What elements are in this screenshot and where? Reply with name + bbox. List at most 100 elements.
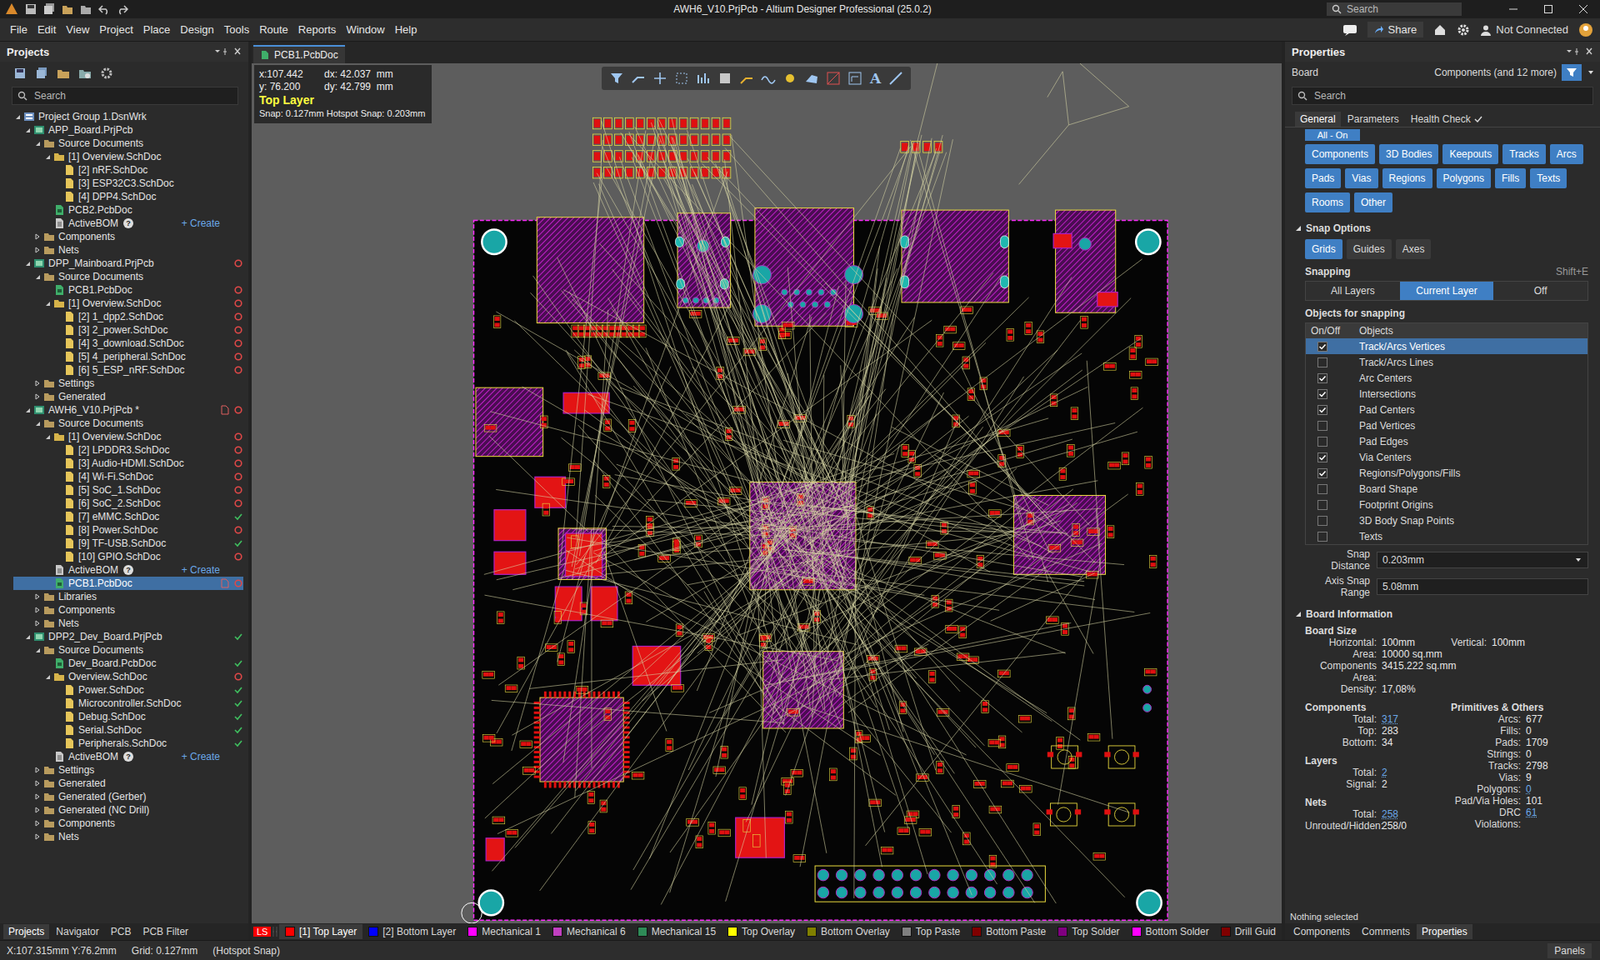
expand-toggle-icon[interactable] (33, 245, 42, 255)
small-component[interactable] (1046, 616, 1060, 625)
pad[interactable] (623, 706, 630, 710)
through-hole-pad[interactable] (479, 890, 504, 916)
toggle-spacer-icon[interactable] (43, 752, 52, 761)
through-hole-pad[interactable] (929, 886, 940, 899)
resistor-array[interactable] (722, 117, 731, 130)
small-component[interactable] (718, 829, 731, 837)
toggle-spacer-icon[interactable] (53, 485, 62, 495)
home-icon[interactable] (1433, 23, 1447, 37)
small-component[interactable] (973, 780, 986, 789)
small-component[interactable] (1006, 764, 1020, 772)
through-hole-pad[interactable] (873, 886, 885, 899)
table-row[interactable]: 3D Body Snap Points (1305, 512, 1588, 529)
small-component[interactable] (945, 625, 959, 634)
unchecked-box-icon[interactable] (1317, 484, 1328, 495)
tree-item[interactable]: [4] DPP4.SchDoc (13, 190, 244, 204)
resistor-array[interactable] (711, 117, 720, 130)
altium-logo-icon[interactable] (5, 2, 19, 16)
table-row[interactable]: Intersections (1305, 385, 1588, 402)
table-row[interactable]: Texts (1305, 528, 1588, 545)
tree-item[interactable]: [1] Overview.SchDoc (13, 150, 244, 164)
small-component[interactable] (1129, 347, 1137, 360)
filter-toggle[interactable]: Keepouts (1442, 144, 1499, 165)
layer-tab[interactable]: Bottom Overlay (800, 924, 896, 940)
through-hole-pad[interactable] (800, 301, 806, 308)
pad[interactable] (554, 781, 557, 788)
toggle-spacer-icon[interactable] (53, 459, 62, 468)
menu-item[interactable]: Help (390, 20, 423, 39)
through-hole-pad[interactable] (1021, 869, 1033, 881)
pad[interactable] (534, 706, 540, 710)
dropdown-arrow-icon[interactable] (1586, 68, 1595, 77)
toggle-spacer-icon[interactable] (53, 165, 62, 175)
expand-toggle-icon[interactable] (33, 605, 42, 615)
resistor-array[interactable] (690, 117, 699, 130)
save-all-icon[interactable] (43, 3, 55, 15)
through-hole-pad[interactable] (1079, 237, 1092, 250)
small-component[interactable] (989, 805, 1002, 814)
through-hole-pad[interactable] (965, 869, 977, 881)
small-component[interactable] (557, 653, 565, 666)
through-hole-pad[interactable] (891, 869, 903, 881)
layer-tab[interactable]: Top Overlay (721, 924, 801, 940)
toggle-spacer-icon[interactable] (53, 699, 62, 708)
small-component[interactable] (482, 671, 495, 680)
pad[interactable] (563, 781, 566, 788)
through-hole-pad[interactable] (835, 869, 847, 881)
expand-toggle-icon[interactable] (33, 765, 42, 775)
toggle-spacer-icon[interactable] (53, 339, 62, 348)
small-component[interactable] (686, 819, 700, 827)
small-component[interactable] (784, 782, 792, 795)
tree-item[interactable]: Components (13, 230, 244, 244)
resistor-array[interactable] (635, 117, 645, 130)
resistor-array[interactable] (700, 166, 710, 179)
toggle-spacer-icon[interactable] (53, 365, 62, 375)
project-options-icon[interactable] (78, 66, 92, 80)
pad[interactable] (593, 781, 596, 788)
small-component[interactable] (940, 521, 949, 535)
resistor-array[interactable] (604, 117, 613, 130)
small-component[interactable] (492, 816, 505, 825)
resistor-array[interactable] (593, 134, 602, 146)
small-component[interactable] (631, 771, 645, 780)
pad[interactable] (534, 775, 540, 779)
small-component[interactable] (901, 445, 910, 458)
small-component[interactable] (542, 503, 550, 516)
pad[interactable] (534, 730, 540, 734)
panel-tab[interactable]: Comments (1356, 924, 1415, 940)
toggle-spacer-icon[interactable] (53, 179, 62, 188)
document-tab[interactable]: PCB1.PcbDoc (253, 45, 345, 64)
through-hole-pad[interactable] (481, 230, 506, 255)
small-component[interactable] (944, 325, 957, 334)
unchecked-box-icon[interactable] (1317, 515, 1328, 526)
value-link[interactable]: 258 (1381, 808, 1399, 820)
value-input[interactable]: 0.203mm (1376, 551, 1589, 569)
expand-toggle-icon[interactable] (23, 405, 32, 415)
expand-toggle-icon[interactable] (43, 152, 52, 161)
expand-toggle-icon[interactable] (23, 259, 32, 268)
small-component[interactable] (1121, 452, 1130, 465)
layer-set-button[interactable]: LS (253, 926, 271, 937)
pad[interactable] (534, 711, 540, 715)
small-component[interactable] (1001, 780, 1015, 788)
value-link[interactable]: 2 (1381, 766, 1388, 779)
value-link[interactable]: 317 (1381, 713, 1399, 725)
small-component[interactable] (695, 535, 703, 548)
filter-toggle[interactable]: Other (1354, 192, 1393, 213)
small-component[interactable] (490, 738, 503, 746)
pad[interactable] (578, 691, 581, 698)
pad[interactable] (593, 691, 596, 698)
small-component[interactable] (1145, 358, 1159, 366)
tree-item[interactable]: [1] Overview.SchDoc (13, 430, 244, 444)
scope-option[interactable]: All Layers (1305, 281, 1400, 300)
filter-toggle[interactable]: Pads (1305, 168, 1341, 189)
expand-toggle-icon[interactable] (33, 419, 42, 428)
undo-icon[interactable] (98, 3, 110, 15)
layer-tab[interactable]: Mechanical 1 (461, 924, 547, 940)
panels-button[interactable]: Panels (1547, 943, 1592, 959)
push-switch[interactable] (1104, 745, 1140, 769)
small-component[interactable] (1130, 387, 1139, 400)
expand-toggle-icon[interactable] (33, 792, 42, 801)
expand-toggle-icon[interactable] (13, 112, 22, 121)
toggle-spacer-icon[interactable] (43, 659, 52, 668)
